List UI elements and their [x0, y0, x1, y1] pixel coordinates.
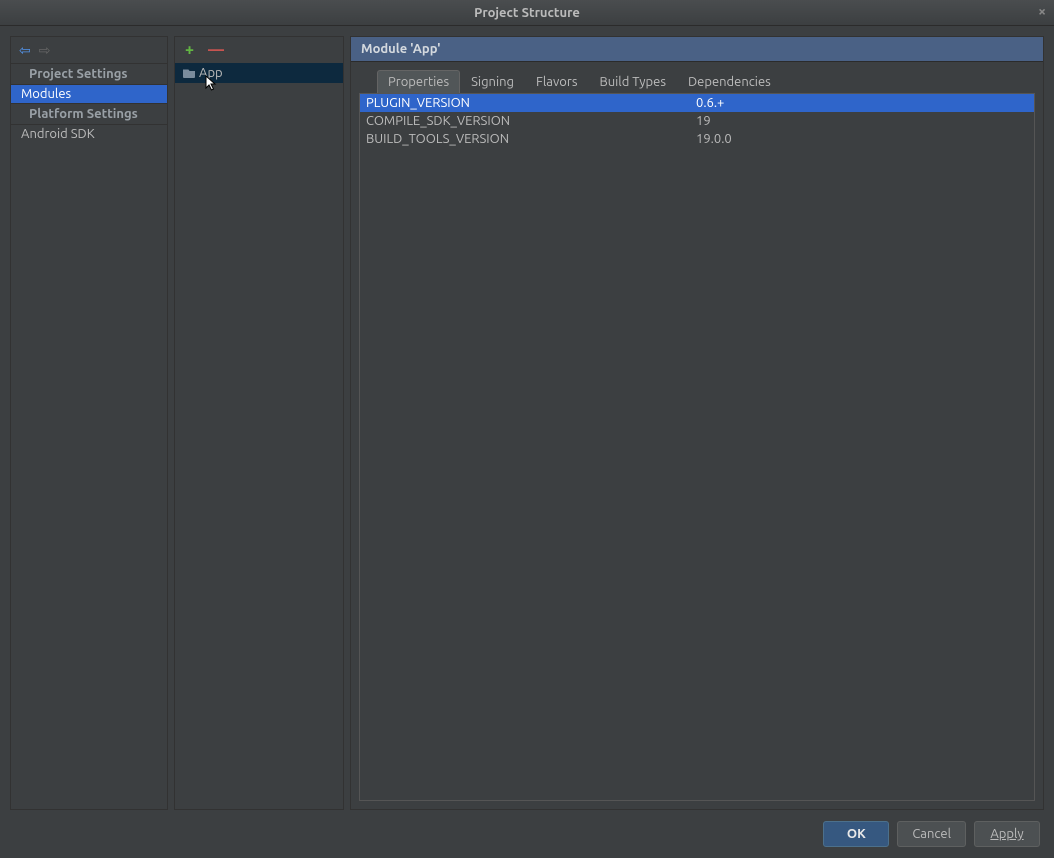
- nav-arrows: ⇦ ⇨: [11, 37, 167, 63]
- properties-table: PLUGIN_VERSION 0.6.+ COMPILE_SDK_VERSION…: [359, 93, 1035, 801]
- tab-signing[interactable]: Signing: [460, 70, 525, 93]
- property-key: COMPILE_SDK_VERSION: [366, 114, 696, 128]
- module-item-label: App: [199, 66, 223, 80]
- cancel-button[interactable]: Cancel: [897, 821, 966, 847]
- settings-sidebar: ⇦ ⇨ Project Settings Modules Platform Se…: [10, 36, 168, 810]
- title-bar: Project Structure ×: [0, 0, 1054, 26]
- module-item-app[interactable]: App: [175, 63, 343, 83]
- ok-button-label: OK: [847, 827, 866, 841]
- sidebar-item-android-sdk[interactable]: Android SDK: [11, 125, 167, 143]
- add-module-icon[interactable]: +: [185, 41, 194, 59]
- property-row[interactable]: COMPILE_SDK_VERSION 19: [360, 112, 1034, 130]
- property-value: 19.0.0: [696, 132, 1028, 146]
- property-row[interactable]: PLUGIN_VERSION 0.6.+: [360, 94, 1034, 112]
- tab-build-types[interactable]: Build Types: [588, 70, 677, 93]
- platform-settings-header: Platform Settings: [11, 103, 167, 125]
- tab-properties[interactable]: Properties: [377, 70, 460, 94]
- module-detail-panel: Module 'App' Properties Signing Flavors …: [350, 36, 1044, 810]
- window-title: Project Structure: [474, 6, 580, 20]
- cancel-button-label: Cancel: [912, 827, 951, 841]
- module-header: Module 'App': [351, 37, 1043, 62]
- tab-flavors[interactable]: Flavors: [525, 70, 588, 93]
- apply-button-label: Apply: [990, 827, 1023, 841]
- tab-dependencies[interactable]: Dependencies: [677, 70, 782, 93]
- project-settings-header: Project Settings: [11, 63, 167, 85]
- module-list-panel: + — App: [174, 36, 344, 810]
- remove-module-icon[interactable]: —: [208, 42, 224, 58]
- ok-button[interactable]: OK: [823, 821, 889, 847]
- module-tabs: Properties Signing Flavors Build Types D…: [377, 70, 1035, 93]
- back-arrow-icon[interactable]: ⇦: [19, 42, 31, 59]
- forward-arrow-icon[interactable]: ⇨: [39, 42, 51, 59]
- module-detail-body: Properties Signing Flavors Build Types D…: [351, 62, 1043, 809]
- property-key: PLUGIN_VERSION: [366, 96, 696, 110]
- property-key: BUILD_TOOLS_VERSION: [366, 132, 696, 146]
- dialog-body: ⇦ ⇨ Project Settings Modules Platform Se…: [0, 26, 1054, 810]
- dialog-footer: OK Cancel Apply: [0, 810, 1054, 858]
- property-row[interactable]: BUILD_TOOLS_VERSION 19.0.0: [360, 130, 1034, 148]
- module-toolbar: + —: [175, 37, 343, 63]
- property-value: 0.6.+: [696, 96, 1028, 110]
- property-value: 19: [696, 114, 1028, 128]
- close-icon[interactable]: ×: [1038, 4, 1046, 18]
- apply-button[interactable]: Apply: [974, 821, 1040, 847]
- sidebar-item-modules[interactable]: Modules: [11, 85, 167, 103]
